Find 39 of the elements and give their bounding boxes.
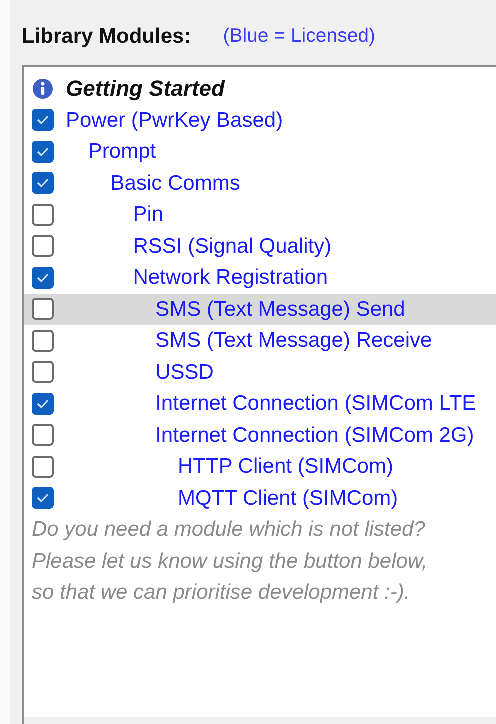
tree-item[interactable]: SMS (Text Message) Send — [156, 294, 406, 325]
tree-item[interactable]: SMS (Text Message) Receive — [156, 325, 432, 356]
tree-item[interactable]: USSD — [156, 356, 214, 388]
tree-item[interactable]: RSSI (Signal Quality) — [133, 230, 332, 262]
tree-item[interactable]: Basic Comms — [110, 168, 240, 199]
tree-item[interactable]: Prompt — [88, 136, 156, 168]
tree-item[interactable]: Internet Connection (SIMCom LTE — [156, 388, 476, 420]
checkbox[interactable] — [32, 109, 54, 132]
checkbox[interactable] — [32, 487, 54, 510]
checkmark-icon — [37, 493, 49, 504]
checkmark-icon — [37, 178, 49, 188]
checkbox[interactable] — [32, 204, 54, 226]
checkbox[interactable] — [32, 235, 54, 258]
checkbox[interactable] — [32, 172, 54, 194]
hint-text: so that we can prioritise development :-). — [31, 580, 412, 606]
checkbox[interactable] — [32, 424, 54, 446]
checkmark-icon — [37, 272, 49, 283]
checkbox[interactable] — [32, 140, 54, 163]
tree-item[interactable]: Pin — [133, 199, 164, 230]
checkbox[interactable] — [32, 456, 54, 478]
info-icon — [32, 78, 54, 100]
checkbox[interactable] — [32, 330, 54, 352]
tree-item[interactable]: Network Registration — [133, 262, 328, 294]
hint-text: Please let us know using the button below, — [31, 548, 429, 574]
tree-item[interactable]: Internet Connection (SIMCom 2G) — [156, 420, 474, 451]
tree-item[interactable]: Getting Started — [66, 72, 225, 106]
checkmark-icon — [37, 146, 49, 157]
checkbox[interactable] — [32, 392, 54, 415]
checkbox[interactable] — [32, 298, 54, 320]
legend-text: (Blue = Licensed) — [223, 24, 376, 50]
hint-text: Do you need a module which is not listed? — [31, 517, 426, 543]
checkmark-icon — [37, 398, 49, 409]
section-title: Library Modules: — [22, 24, 192, 50]
checkbox[interactable] — [32, 361, 54, 384]
tree-item[interactable]: HTTP Client (SIMCom) — [178, 451, 394, 482]
checkbox[interactable] — [32, 266, 54, 289]
tree-item[interactable]: Power (PwrKey Based) — [66, 104, 284, 136]
checkmark-icon — [37, 115, 49, 126]
tree-item[interactable]: MQTT Client (SIMCom) — [178, 482, 398, 514]
